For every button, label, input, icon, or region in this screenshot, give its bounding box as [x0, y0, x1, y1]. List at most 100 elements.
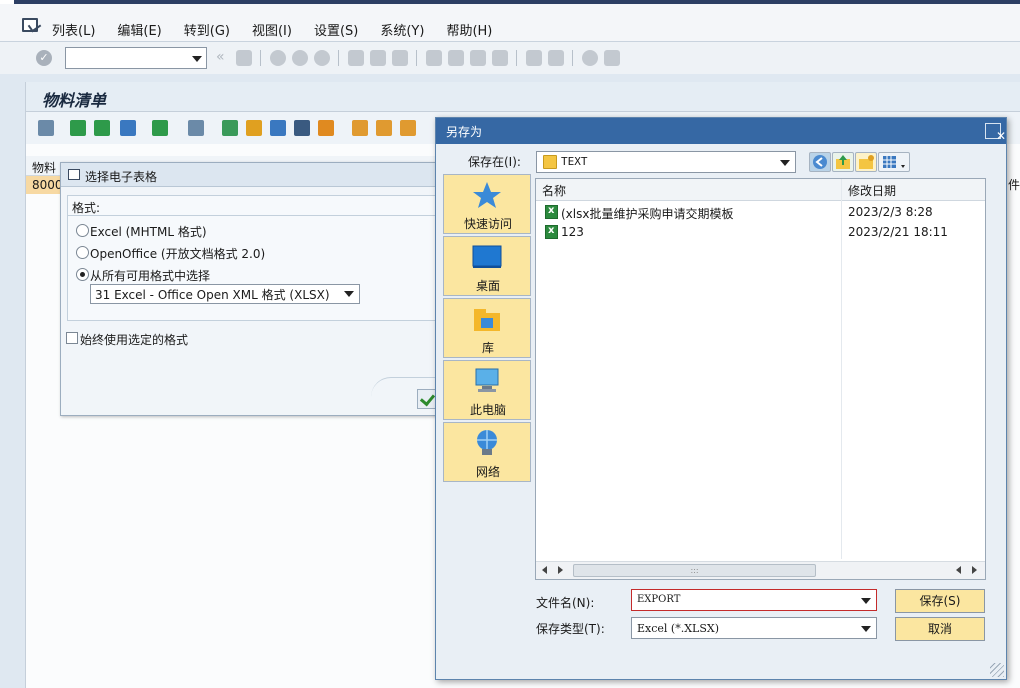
screen-title-bar: 物料清单	[26, 82, 1020, 112]
word-processing-icon[interactable]	[246, 120, 262, 136]
list-item[interactable]: (xlsx批量维护采购申请交期模板 2023/2/3 8:28	[536, 202, 985, 222]
always-use-checkbox[interactable]	[66, 332, 78, 344]
scroll-right-icon[interactable]	[972, 566, 977, 574]
chevron-down-icon[interactable]	[861, 598, 871, 604]
find-next-icon[interactable]	[392, 50, 408, 66]
menu-edit[interactable]: 编辑(E)	[117, 20, 161, 39]
radio-label-excel-mhtml[interactable]: Excel (MHTML 格式)	[90, 223, 207, 240]
abc-analysis-icon[interactable]	[294, 120, 310, 136]
help-icon[interactable]	[582, 50, 598, 66]
chevron-down-icon[interactable]	[192, 56, 202, 62]
place-label: 桌面	[475, 279, 500, 293]
export-icon[interactable]	[222, 120, 238, 136]
place-quick-access[interactable]: 快速访问	[443, 174, 531, 234]
sap-menu-icon[interactable]	[22, 18, 38, 32]
radio-openoffice[interactable]	[76, 246, 89, 259]
radio-excel-mhtml[interactable]	[76, 224, 89, 237]
radio-all-formats[interactable]	[76, 268, 89, 281]
double-left-icon[interactable]: «	[216, 50, 232, 66]
file-type-select[interactable]: Excel (*.XLSX)	[631, 617, 877, 639]
change-layout-icon[interactable]	[352, 120, 368, 136]
library-icon	[474, 309, 500, 331]
cancel-button[interactable]: 取消	[895, 617, 985, 641]
save-icon[interactable]	[236, 50, 252, 66]
save-as-dialog: 另存为 ✕ 保存在(I): TEXT 快速访问 桌面 库 此电脑 网络 名称 修…	[435, 117, 1007, 680]
menu-help[interactable]: 帮助(H)	[446, 20, 492, 39]
resize-grip[interactable]	[990, 663, 1004, 677]
sort-descending-icon[interactable]	[94, 120, 110, 136]
print-preview-icon[interactable]	[188, 120, 204, 136]
dialog-title: 选择电子表格	[85, 170, 158, 184]
layout-icon[interactable]	[604, 50, 620, 66]
new-session-icon[interactable]	[526, 50, 542, 66]
excel-file-icon	[545, 225, 558, 239]
excel-file-icon	[545, 205, 558, 219]
file-type-value: Excel (*.XLSX)	[637, 622, 720, 635]
radio-label-all-formats[interactable]: 从所有可用格式中选择	[90, 267, 210, 284]
local-file-icon[interactable]	[270, 120, 286, 136]
chevron-down-icon[interactable]	[344, 291, 354, 297]
column-header-name[interactable]: 名称	[542, 182, 566, 199]
column-header-material[interactable]: 物料	[32, 159, 56, 176]
place-label: 库	[481, 341, 494, 355]
menu-settings[interactable]: 设置(S)	[314, 20, 358, 39]
file-name-field[interactable]: EXPORT	[631, 589, 877, 611]
print-icon[interactable]	[348, 50, 364, 66]
back-button[interactable]	[809, 152, 831, 172]
menu-view[interactable]: 视图(I)	[252, 20, 292, 39]
format-group: 格式: Excel (MHTML 格式) OpenOffice (开放文档格式 …	[67, 195, 440, 321]
format-select[interactable]: 31 Excel - Office Open XML 格式 (XLSX)	[90, 284, 360, 304]
scrollbar-thumb[interactable]: :::	[573, 564, 816, 577]
sum-icon[interactable]	[152, 120, 168, 136]
radio-label-openoffice[interactable]: OpenOffice (开放文档格式 2.0)	[90, 245, 265, 262]
horizontal-scrollbar[interactable]: :::	[536, 561, 985, 579]
filter-icon[interactable]	[120, 120, 136, 136]
list-item[interactable]: 123 2023/2/21 18:11	[536, 222, 985, 242]
cancel-icon[interactable]	[314, 50, 330, 66]
details-icon[interactable]	[38, 120, 54, 136]
shortcut-icon[interactable]	[548, 50, 564, 66]
exit-icon[interactable]	[292, 50, 308, 66]
last-page-icon[interactable]	[492, 50, 508, 66]
page-title: 物料清单	[42, 91, 107, 110]
place-library[interactable]: 库	[443, 298, 531, 358]
file-name: 123	[561, 225, 584, 239]
find-icon[interactable]	[370, 50, 386, 66]
confirm-button[interactable]	[417, 389, 437, 409]
save-button[interactable]: 保存(S)	[895, 589, 985, 613]
scroll-left-icon[interactable]	[956, 566, 961, 574]
save-in-select[interactable]: TEXT	[536, 151, 796, 173]
close-button[interactable]: ✕	[985, 123, 1006, 143]
scroll-left-icon[interactable]	[542, 566, 547, 574]
place-this-pc[interactable]: 此电脑	[443, 360, 531, 420]
back-icon[interactable]	[270, 50, 286, 66]
place-label: 快速访问	[463, 217, 512, 231]
save-layout-icon[interactable]	[400, 120, 416, 136]
scroll-right-icon[interactable]	[558, 566, 563, 574]
first-page-icon[interactable]	[426, 50, 442, 66]
view-menu-button[interactable]	[878, 152, 910, 172]
menu-system[interactable]: 系统(Y)	[380, 20, 424, 39]
place-desktop[interactable]: 桌面	[443, 236, 531, 296]
always-use-label[interactable]: 始终使用选定的格式	[80, 331, 188, 348]
sort-ascending-icon[interactable]	[70, 120, 86, 136]
chevron-down-icon[interactable]	[861, 626, 871, 632]
column-header-date[interactable]: 修改日期	[848, 182, 896, 199]
enter-icon[interactable]: ✓	[36, 50, 52, 66]
divider	[68, 215, 440, 216]
new-folder-button[interactable]	[855, 152, 877, 172]
menu-list[interactable]: 列表(L)	[52, 20, 95, 39]
chevron-down-icon[interactable]	[780, 160, 790, 166]
previous-page-icon[interactable]	[448, 50, 464, 66]
menu-goto[interactable]: 转到(G)	[184, 20, 230, 39]
next-page-icon[interactable]	[470, 50, 486, 66]
graphic-icon[interactable]	[318, 120, 334, 136]
select-layout-icon[interactable]	[376, 120, 392, 136]
place-network[interactable]: 网络	[443, 422, 531, 482]
back-icon	[813, 155, 827, 169]
file-list[interactable]: 名称 修改日期 (xlsx批量维护采购申请交期模板 2023/2/3 8:28 …	[535, 178, 986, 580]
close-icon: ✕	[996, 129, 1007, 143]
table-row[interactable]: 8000	[26, 176, 63, 194]
up-folder-button[interactable]	[832, 152, 854, 172]
command-field[interactable]	[65, 47, 207, 69]
